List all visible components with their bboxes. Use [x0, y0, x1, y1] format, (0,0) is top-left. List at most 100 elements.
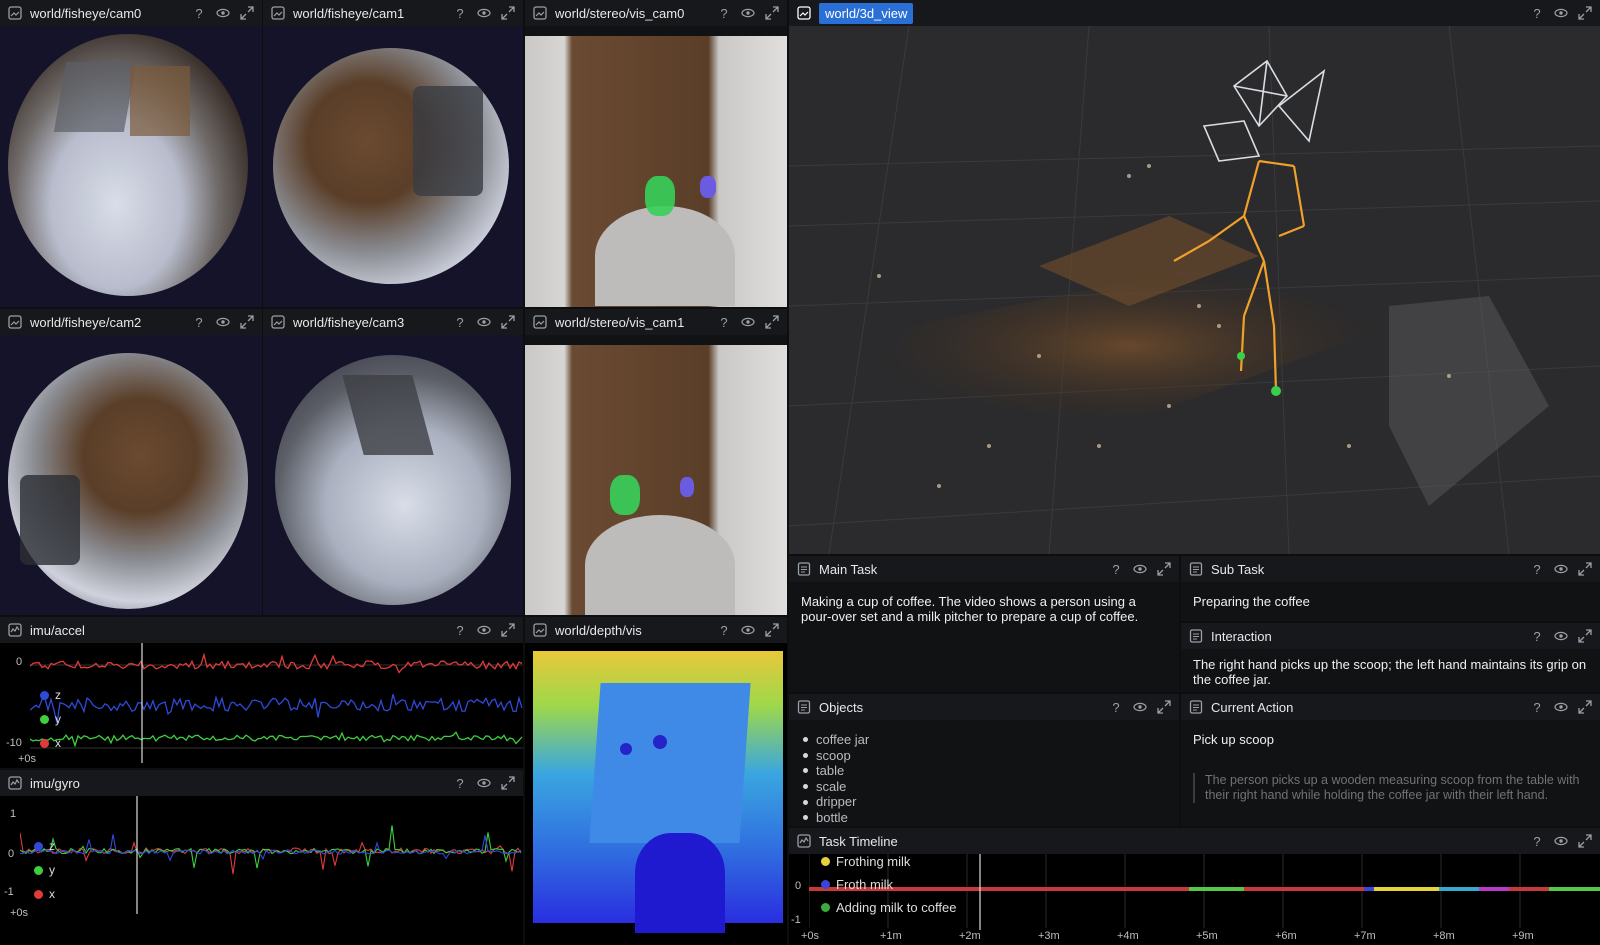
maximize-icon[interactable] [499, 621, 517, 639]
image-view-icon [531, 621, 549, 639]
interaction-text: The right hand picks up the scoop; the l… [1193, 657, 1587, 687]
visibility-eye-icon[interactable] [475, 621, 493, 639]
x-tick: +3m [1038, 930, 1060, 942]
time-series-plot[interactable]: 0 -10 +0s z y x [0, 643, 523, 768]
help-icon[interactable]: ? [1528, 560, 1546, 578]
visibility-eye-icon[interactable] [1552, 698, 1570, 716]
help-icon[interactable]: ? [715, 313, 733, 331]
objects-list: coffee jar scoop table scale dripper bot… [789, 720, 1179, 826]
maximize-icon[interactable] [499, 313, 517, 331]
maximize-icon[interactable] [238, 313, 256, 331]
maximize-icon[interactable] [1576, 560, 1594, 578]
visibility-eye-icon[interactable] [1552, 832, 1570, 850]
panel-title[interactable]: Main Task [819, 562, 877, 577]
list-item: coffee jar [803, 732, 1165, 748]
panel-title[interactable]: world/fisheye/cam3 [293, 315, 404, 330]
visibility-eye-icon[interactable] [1131, 698, 1149, 716]
image-view-icon [6, 313, 24, 331]
maximize-icon[interactable] [1155, 698, 1173, 716]
visibility-eye-icon[interactable] [1131, 560, 1149, 578]
maximize-icon[interactable] [1576, 832, 1594, 850]
visibility-eye-icon[interactable] [475, 4, 493, 22]
visibility-eye-icon[interactable] [739, 621, 757, 639]
panel-title[interactable]: imu/gyro [30, 776, 80, 791]
visibility-eye-icon[interactable] [214, 313, 232, 331]
maximize-icon[interactable] [499, 4, 517, 22]
help-icon[interactable]: ? [715, 621, 733, 639]
panel-title[interactable]: imu/accel [30, 623, 85, 638]
objects-list-container[interactable]: coffee jar scoop table scale dripper bot… [789, 720, 1179, 826]
legend-item[interactable]: y [40, 707, 61, 731]
help-icon[interactable]: ? [451, 313, 469, 331]
help-icon[interactable]: ? [1107, 698, 1125, 716]
visibility-eye-icon[interactable] [214, 4, 232, 22]
visibility-eye-icon[interactable] [739, 4, 757, 22]
visibility-eye-icon[interactable] [1552, 4, 1570, 22]
panel-title[interactable]: world/fisheye/cam0 [30, 6, 141, 21]
help-icon[interactable]: ? [1528, 698, 1546, 716]
panel-current-action: Current Action ? Pick up scoop The perso… [1181, 694, 1600, 826]
panel-title[interactable]: world/fisheye/cam1 [293, 6, 404, 21]
image-view-icon [269, 313, 287, 331]
maximize-icon[interactable] [1576, 698, 1594, 716]
maximize-icon[interactable] [1155, 560, 1173, 578]
legend-label: Frothing milk [836, 854, 911, 869]
panel-title[interactable]: world/stereo/vis_cam1 [555, 315, 684, 330]
help-icon[interactable]: ? [1107, 560, 1125, 578]
legend-item[interactable]: z [34, 834, 55, 858]
fisheye-image [263, 335, 523, 615]
legend-item[interactable]: y [34, 858, 55, 882]
maximize-icon[interactable] [763, 313, 781, 331]
visibility-eye-icon[interactable] [739, 313, 757, 331]
visibility-eye-icon[interactable] [1552, 560, 1570, 578]
legend-item[interactable]: Froth milk [821, 873, 956, 896]
maximize-icon[interactable] [1576, 4, 1594, 22]
visibility-eye-icon[interactable] [475, 313, 493, 331]
maximize-icon[interactable] [1576, 627, 1594, 645]
x-tick: +5m [1196, 930, 1218, 942]
legend-item[interactable]: x [40, 731, 61, 755]
list-item: dripper [803, 794, 1165, 810]
help-icon[interactable]: ? [1528, 832, 1546, 850]
panel-objects: Objects ? coffee jar scoop table scale d… [789, 694, 1179, 826]
time-series-plot[interactable]: 1 0 -1 +0s z y x [0, 796, 523, 945]
maximize-icon[interactable] [763, 4, 781, 22]
legend-item[interactable]: x [34, 882, 55, 906]
legend-swatch [821, 857, 830, 866]
panel-title[interactable]: Interaction [1211, 629, 1272, 644]
panel-title[interactable]: Current Action [1211, 700, 1293, 715]
legend-item[interactable]: Frothing milk [821, 850, 956, 873]
timeline-plot[interactable]: 0 -1 Frothing milk Froth milk Adding mil… [789, 854, 1600, 945]
panel-title[interactable]: world/stereo/vis_cam0 [555, 6, 684, 21]
help-icon[interactable]: ? [715, 4, 733, 22]
panel-header: Current Action ? [1181, 694, 1600, 720]
help-icon[interactable]: ? [1528, 627, 1546, 645]
sub-task-text: Preparing the coffee [1193, 594, 1310, 609]
list-item: bottle [803, 810, 1165, 826]
panel-title[interactable]: Objects [819, 700, 863, 715]
panel-title[interactable]: world/depth/vis [555, 623, 642, 638]
maximize-icon[interactable] [499, 774, 517, 792]
visibility-eye-icon[interactable] [1552, 627, 1570, 645]
legend-label: y [49, 863, 55, 877]
panel-title[interactable]: Task Timeline [819, 834, 898, 849]
accel-traces [30, 643, 523, 763]
maximize-icon[interactable] [238, 4, 256, 22]
panel-title[interactable]: world/3d_view [819, 2, 914, 24]
current-action-description: The person picks up a wooden measuring s… [1193, 773, 1588, 803]
help-icon[interactable]: ? [451, 621, 469, 639]
3d-viewport[interactable] [789, 25, 1600, 554]
panel-header: Interaction ? [1181, 623, 1600, 649]
panel-title[interactable]: Sub Task [1211, 562, 1264, 577]
help-icon[interactable]: ? [1528, 4, 1546, 22]
legend-item[interactable]: Adding milk to coffee [821, 896, 956, 919]
visibility-eye-icon[interactable] [475, 774, 493, 792]
help-icon[interactable]: ? [190, 313, 208, 331]
panel-title[interactable]: world/fisheye/cam2 [30, 315, 141, 330]
help-icon[interactable]: ? [451, 4, 469, 22]
help-icon[interactable]: ? [451, 774, 469, 792]
legend-item[interactable]: z [40, 683, 61, 707]
help-icon[interactable]: ? [190, 4, 208, 22]
maximize-icon[interactable] [763, 621, 781, 639]
accel-legend: z y x [40, 683, 61, 755]
